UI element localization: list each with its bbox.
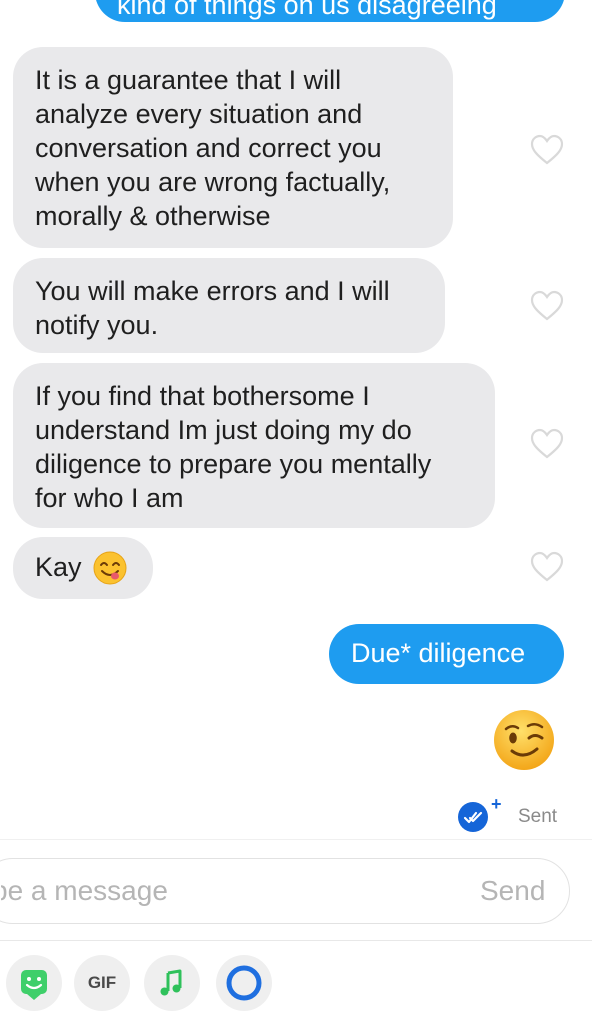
outgoing-message-text: Due* diligence <box>351 638 526 668</box>
gif-button[interactable]: GIF <box>74 955 130 1011</box>
outgoing-message-text-top: kind of things on us disagreeing <box>117 0 497 20</box>
message-line: conversation and correct you <box>35 133 382 163</box>
message-line: If you find that bothersome I <box>35 381 370 411</box>
sent-label: Sent <box>518 806 558 827</box>
message-line: for who I am <box>35 483 184 513</box>
incoming-message-bubble[interactable]: Kay <box>13 537 153 599</box>
message-input-placeholder: pe a message <box>1 875 168 906</box>
message-line: when you are wrong factually, <box>35 167 391 197</box>
send-button[interactable]: Send <box>480 875 545 907</box>
gif-label: GIF <box>87 973 117 992</box>
circle-icon <box>226 965 262 1001</box>
sticker-button[interactable] <box>6 955 62 1011</box>
outgoing-message-bubble-top[interactable]: kind of things on us disagreeing <box>95 0 565 22</box>
like-heart-icon[interactable] <box>530 428 564 460</box>
sticker-icon <box>21 970 47 1000</box>
toolbar-divider <box>0 940 592 941</box>
incoming-message-bubble[interactable]: If you find that bothersome I understand… <box>13 363 495 528</box>
message-line: It is a guarantee that I will <box>35 65 342 95</box>
plus-icon: + <box>491 794 502 814</box>
face-savoring-food-emoji-icon <box>93 551 127 585</box>
message-line: notify you. <box>35 310 159 340</box>
music-note-icon <box>160 969 182 996</box>
like-heart-icon[interactable] <box>530 290 564 322</box>
message-status: + Sent <box>458 794 568 834</box>
message-line: diligence to prepare you mentally <box>35 449 432 479</box>
divider <box>0 839 592 840</box>
circle-button[interactable] <box>216 955 272 1011</box>
winking-face-emoji-icon[interactable] <box>492 708 556 772</box>
message-line: morally & otherwise <box>35 201 271 231</box>
message-input[interactable]: pe a message <box>1 875 361 907</box>
outgoing-message-bubble[interactable]: Due* diligence <box>329 624 564 684</box>
like-heart-icon[interactable] <box>530 551 564 583</box>
message-composer[interactable]: pe a message Send <box>0 858 570 924</box>
music-button[interactable] <box>144 955 200 1011</box>
message-line: understand Im just doing my do <box>35 415 412 445</box>
message-text: Kay <box>35 552 82 582</box>
double-check-icon <box>458 802 488 832</box>
incoming-message-bubble[interactable]: It is a guarantee that I will analyze ev… <box>13 47 453 248</box>
like-heart-icon[interactable] <box>530 134 564 166</box>
incoming-message-bubble[interactable]: You will make errors and I will notify y… <box>13 258 445 353</box>
message-line: You will make errors and I will <box>35 276 390 306</box>
message-line: analyze every situation and <box>35 99 363 129</box>
